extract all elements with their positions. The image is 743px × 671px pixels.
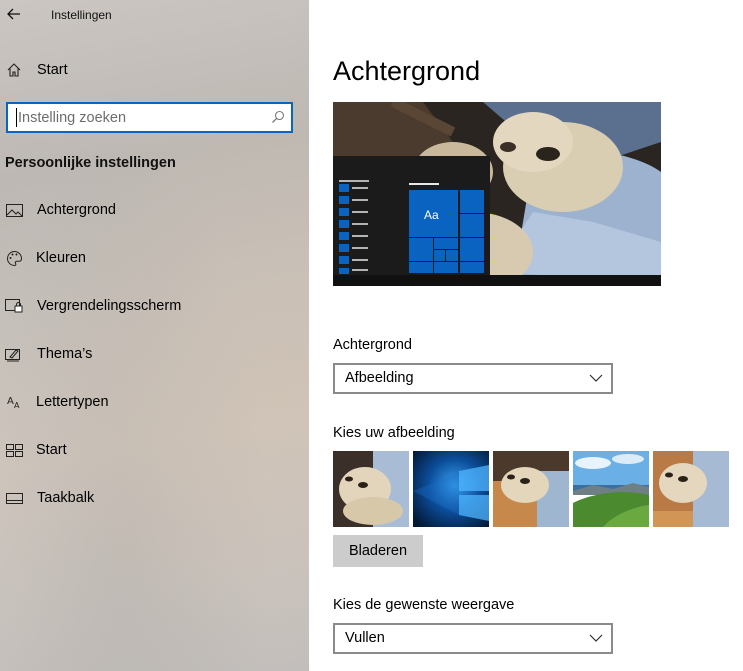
back-button[interactable] (4, 4, 24, 24)
lock-screen-icon (5, 297, 23, 315)
chevron-down-icon (589, 374, 603, 382)
picture-icon (5, 201, 23, 219)
background-type-dropdown[interactable]: Afbeelding (333, 363, 613, 394)
preview-taskbar (333, 275, 661, 286)
preview-tile-text: Aa (424, 208, 439, 222)
sidebar-item-lettertypen[interactable]: AA Lettertypen (0, 382, 309, 422)
sidebar-item-kleuren[interactable]: Kleuren (0, 238, 309, 278)
preview-start-menu: Aa (333, 156, 490, 275)
home-icon (5, 61, 23, 79)
font-icon: AA (5, 393, 23, 411)
chevron-down-icon (589, 634, 603, 642)
sidebar-item-start[interactable]: Start (0, 430, 309, 470)
sidebar-item-label: Thema’s (37, 346, 93, 362)
app-title: Instellingen (51, 8, 112, 22)
thumbnail-windows[interactable] (413, 451, 489, 527)
brush-icon (5, 345, 23, 363)
taskbar-icon (5, 489, 23, 507)
sidebar: Instellingen Start Persoonlijke instelli… (0, 0, 309, 671)
start-icon (5, 441, 23, 459)
sidebar-item-label: Vergrendelingsscherm (37, 298, 182, 314)
sidebar-item-label: Start (36, 442, 67, 458)
search-input[interactable] (16, 108, 256, 127)
sidebar-item-label: Start (37, 62, 68, 78)
thumbnail-landscape[interactable] (573, 451, 649, 527)
background-type-value: Afbeelding (345, 370, 414, 386)
thumbnail-dog-2[interactable] (493, 451, 569, 527)
fit-label: Kies de gewenste weergave (333, 597, 515, 613)
sidebar-item-vergrendelingsscherm[interactable]: Vergrendelingsscherm (0, 286, 309, 326)
back-arrow-icon (7, 8, 20, 20)
search-icon[interactable] (271, 110, 285, 124)
sidebar-item-themas[interactable]: Thema’s (0, 334, 309, 374)
preview-tiles: Aa (339, 180, 484, 274)
section-heading: Persoonlijke instellingen (5, 155, 176, 171)
page-title: Achtergrond (333, 56, 481, 86)
svg-text:A: A (14, 401, 20, 409)
main-content: Achtergrond Aa Achtergrond Afbeelding Ki… (309, 0, 743, 671)
svg-text:A: A (7, 396, 14, 407)
background-type-label: Achtergrond (333, 337, 412, 353)
sidebar-item-label: Kleuren (36, 250, 86, 266)
fit-dropdown[interactable]: Vullen (333, 623, 613, 654)
picture-thumbnails (333, 451, 733, 527)
thumbnail-dog-3[interactable] (653, 451, 729, 527)
sidebar-item-label: Taakbalk (37, 490, 95, 506)
thumbnail-dog-1[interactable] (333, 451, 409, 527)
sidebar-item-home[interactable]: Start (0, 50, 309, 90)
search-box[interactable] (6, 102, 293, 133)
sidebar-item-achtergrond[interactable]: Achtergrond (0, 190, 309, 230)
sidebar-item-label: Lettertypen (36, 394, 109, 410)
palette-icon (5, 249, 23, 267)
fit-value: Vullen (345, 630, 385, 646)
sidebar-item-label: Achtergrond (37, 202, 116, 218)
choose-picture-label: Kies uw afbeelding (333, 425, 455, 441)
background-preview: Aa (333, 102, 661, 286)
browse-button[interactable]: Bladeren (333, 535, 423, 567)
sidebar-item-taakbalk[interactable]: Taakbalk (0, 478, 309, 518)
